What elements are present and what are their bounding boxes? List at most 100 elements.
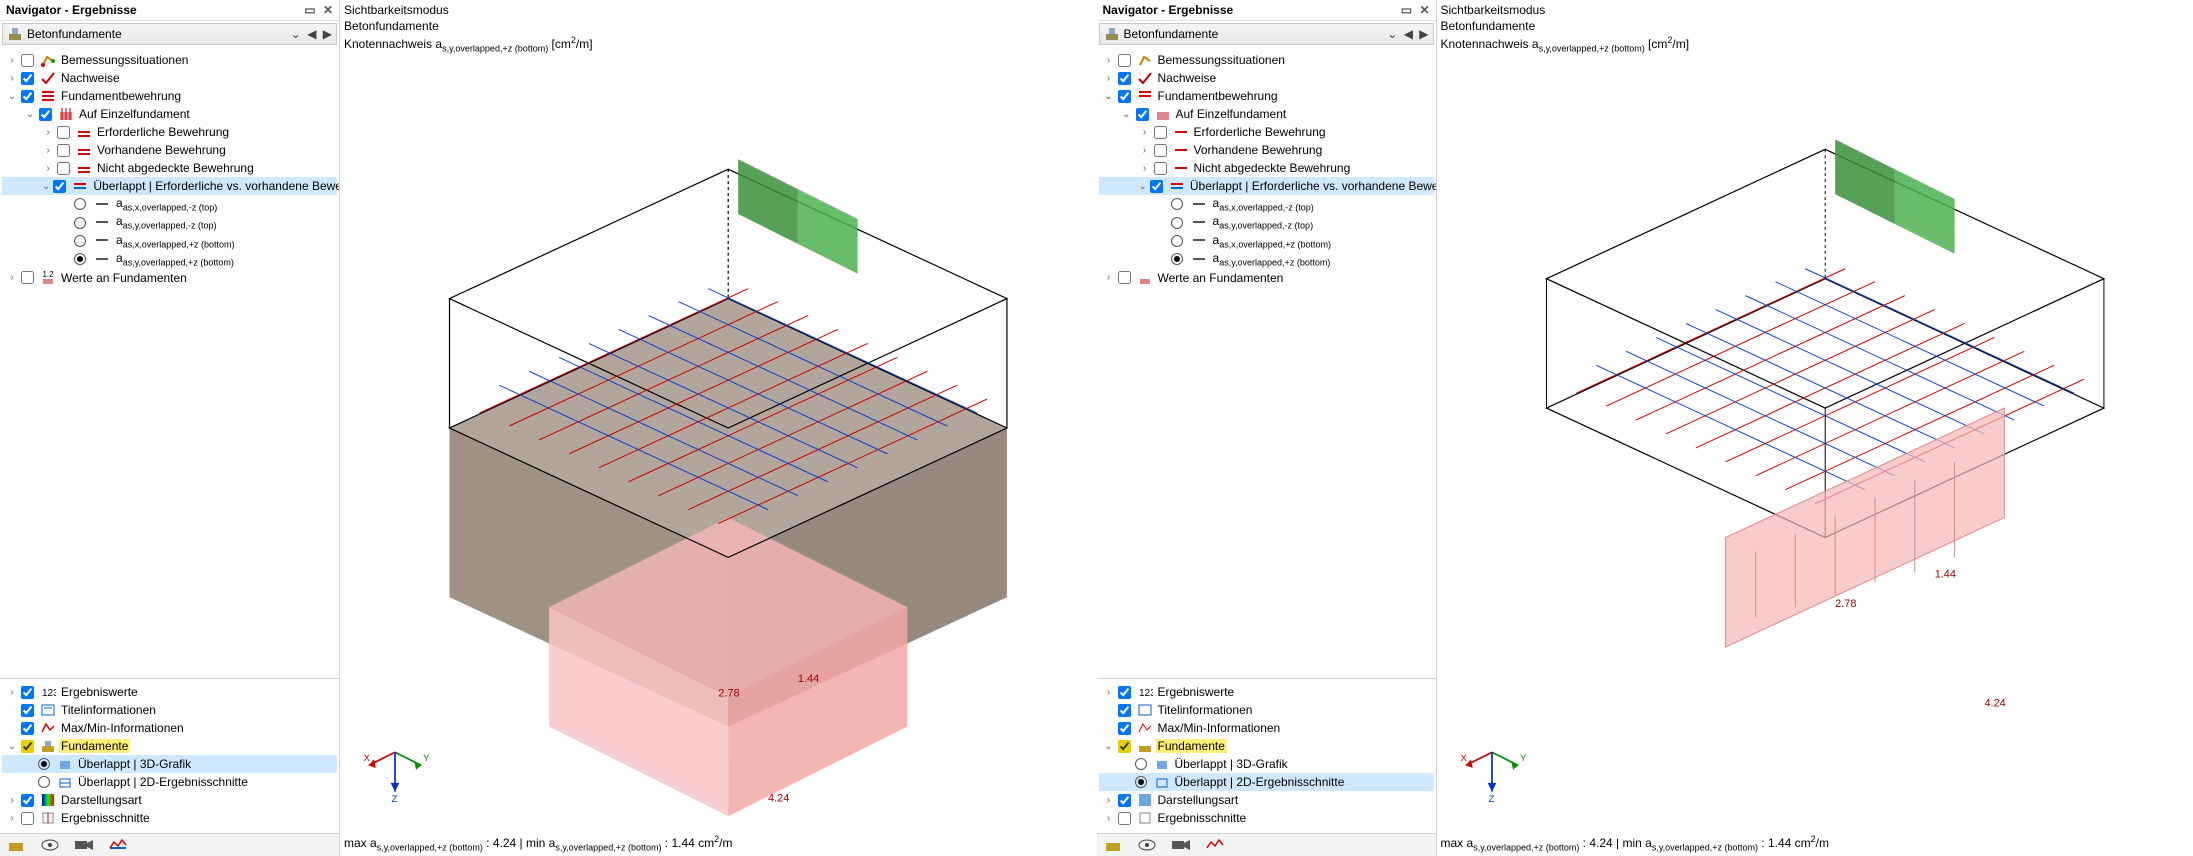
expand-icon[interactable]: ›: [1103, 55, 1115, 66]
checkbox[interactable]: [1154, 126, 1167, 139]
viewport-3d[interactable]: Sichtbarkeitsmodus Betonfundamente Knote…: [340, 0, 1097, 856]
tree-item-vorhandene[interactable]: Vorhandene Bewehrung: [95, 143, 228, 157]
checkbox[interactable]: [21, 740, 34, 753]
tree-item-fundamente[interactable]: Fundamente: [59, 739, 130, 753]
pin-icon[interactable]: ▭: [1401, 3, 1412, 17]
tree-item-einzelfundament[interactable]: Auf Einzelfundament: [77, 107, 192, 121]
radio-label-3d[interactable]: Überlappt | 3D-Grafik: [76, 757, 193, 771]
tree-item-ergebniswerte[interactable]: Ergebniswerte: [59, 685, 140, 699]
tree-item-erforderliche[interactable]: Erforderliche Bewehrung: [95, 125, 231, 139]
collapse-icon[interactable]: ⌄: [42, 181, 50, 192]
checkbox[interactable]: [57, 162, 70, 175]
chevron-down-icon[interactable]: ⌄: [1387, 27, 1397, 41]
collapse-icon[interactable]: ⌄: [6, 741, 18, 752]
checkbox[interactable]: [53, 180, 66, 193]
tree-item-fundamentbewehrung[interactable]: Fundamentbewehrung: [59, 89, 183, 103]
radio-asy-top[interactable]: [74, 217, 86, 229]
tree-item-fundamentbewehrung[interactable]: Fundamentbewehrung: [1156, 89, 1280, 103]
tree-item-werte[interactable]: Werte an Fundamenten: [1156, 271, 1286, 285]
tree-item-nicht-abgedeckt[interactable]: Nicht abgedeckte Bewehrung: [95, 161, 256, 175]
checkbox[interactable]: [1118, 90, 1131, 103]
history-forward-icon[interactable]: ▶: [1419, 27, 1428, 41]
tree-item-fundamente[interactable]: Fundamente: [1156, 739, 1227, 753]
expand-icon[interactable]: ›: [1139, 127, 1151, 138]
radio-asx-top[interactable]: [74, 198, 86, 210]
checkbox[interactable]: [1136, 108, 1149, 121]
checkbox[interactable]: [21, 54, 34, 67]
collapse-icon[interactable]: ⌄: [1103, 741, 1115, 752]
tree-item-nachweise[interactable]: Nachweise: [1156, 71, 1219, 85]
checkbox[interactable]: [21, 271, 34, 284]
expand-icon[interactable]: ›: [6, 272, 18, 283]
checkbox[interactable]: [1154, 144, 1167, 157]
history-back-icon[interactable]: ◀: [307, 27, 316, 41]
checkbox[interactable]: [1118, 271, 1131, 284]
expand-icon[interactable]: ›: [6, 73, 18, 84]
checkbox[interactable]: [1118, 72, 1131, 85]
tree-item-ergebnisschnitte[interactable]: Ergebnisschnitte: [1156, 811, 1249, 825]
tree-item-ergebnisschnitte[interactable]: Ergebnisschnitte: [59, 811, 152, 825]
tree-item-erforderliche[interactable]: Erforderliche Bewehrung: [1192, 125, 1328, 139]
tab-camera-icon[interactable]: [72, 836, 96, 854]
checkbox[interactable]: [1150, 180, 1163, 193]
radio-label[interactable]: aas,y,overlapped,-z (top): [1211, 214, 1316, 230]
expand-icon[interactable]: ›: [1103, 687, 1115, 698]
collapse-icon[interactable]: ⌄: [1139, 181, 1147, 192]
checkbox[interactable]: [1154, 162, 1167, 175]
checkbox[interactable]: [57, 126, 70, 139]
tree-item-ueberlappt[interactable]: Überlappt | Erforderliche vs. vorhandene…: [1188, 179, 1436, 193]
expand-icon[interactable]: ›: [1139, 163, 1151, 174]
expand-icon[interactable]: ›: [1103, 813, 1115, 824]
tree-item-werte[interactable]: Werte an Fundamenten: [59, 271, 189, 285]
navigator-category-dropdown[interactable]: Betonfundamente ⌄ ◀ ▶: [2, 23, 337, 45]
history-back-icon[interactable]: ◀: [1404, 27, 1413, 41]
checkbox[interactable]: [39, 108, 52, 121]
tree-item-titelinformationen[interactable]: Titelinformationen: [1156, 703, 1255, 717]
expand-icon[interactable]: ›: [6, 813, 18, 824]
tab-model-icon[interactable]: [1101, 836, 1125, 854]
radio-asy-bottom[interactable]: [1171, 253, 1183, 265]
radio-label[interactable]: aas,y,overlapped,-z (top): [114, 214, 219, 230]
radio-label[interactable]: aas,x,overlapped,-z (top): [1211, 196, 1316, 212]
history-forward-icon[interactable]: ▶: [323, 27, 332, 41]
radio-label[interactable]: aas,x,overlapped,-z (top): [114, 196, 219, 212]
radio-asx-bottom[interactable]: [74, 235, 86, 247]
checkbox[interactable]: [21, 686, 34, 699]
tab-results-icon[interactable]: [106, 836, 130, 854]
expand-icon[interactable]: ›: [1139, 145, 1151, 156]
tab-eye-icon[interactable]: [1135, 836, 1159, 854]
tree-item-vorhandene[interactable]: Vorhandene Bewehrung: [1192, 143, 1325, 157]
checkbox[interactable]: [21, 794, 34, 807]
checkbox[interactable]: [57, 144, 70, 157]
navigator-category-dropdown[interactable]: Betonfundamente ⌄ ◀ ▶: [1099, 23, 1434, 45]
radio-label-2d[interactable]: Überlappt | 2D-Ergebnisschnitte: [76, 775, 250, 789]
radio-label[interactable]: aas,x,overlapped,+z (bottom): [1211, 233, 1334, 249]
tree-item-ergebniswerte[interactable]: Ergebniswerte: [1156, 685, 1237, 699]
tab-results-icon[interactable]: [1203, 836, 1227, 854]
expand-icon[interactable]: ›: [6, 687, 18, 698]
tree-item-nachweise[interactable]: Nachweise: [59, 71, 122, 85]
expand-icon[interactable]: ›: [6, 55, 18, 66]
radio-asx-bottom[interactable]: [1171, 235, 1183, 247]
checkbox[interactable]: [1118, 794, 1131, 807]
radio-label[interactable]: aas,x,overlapped,+z (bottom): [114, 233, 237, 249]
tree-item-nicht-abgedeckt[interactable]: Nicht abgedeckte Bewehrung: [1192, 161, 1353, 175]
checkbox[interactable]: [21, 722, 34, 735]
checkbox[interactable]: [21, 704, 34, 717]
collapse-icon[interactable]: ⌄: [1121, 109, 1133, 120]
tree-item-bemessungssituationen[interactable]: Bemessungssituationen: [1156, 53, 1287, 67]
chevron-down-icon[interactable]: ⌄: [291, 27, 301, 41]
tree-item-bemessungssituationen[interactable]: Bemessungssituationen: [59, 53, 190, 67]
checkbox[interactable]: [1118, 722, 1131, 735]
radio-asy-bottom[interactable]: [74, 253, 86, 265]
expand-icon[interactable]: ›: [42, 127, 54, 138]
tree-item-maxmin[interactable]: Max/Min-Informationen: [59, 721, 186, 735]
expand-icon[interactable]: ›: [1103, 73, 1115, 84]
close-icon[interactable]: ✕: [323, 3, 333, 17]
expand-icon[interactable]: ›: [1103, 795, 1115, 806]
checkbox[interactable]: [21, 812, 34, 825]
expand-icon[interactable]: ›: [42, 145, 54, 156]
tab-model-icon[interactable]: [4, 836, 28, 854]
checkbox[interactable]: [1118, 812, 1131, 825]
radio-label-2d[interactable]: Überlappt | 2D-Ergebnisschnitte: [1173, 775, 1347, 789]
